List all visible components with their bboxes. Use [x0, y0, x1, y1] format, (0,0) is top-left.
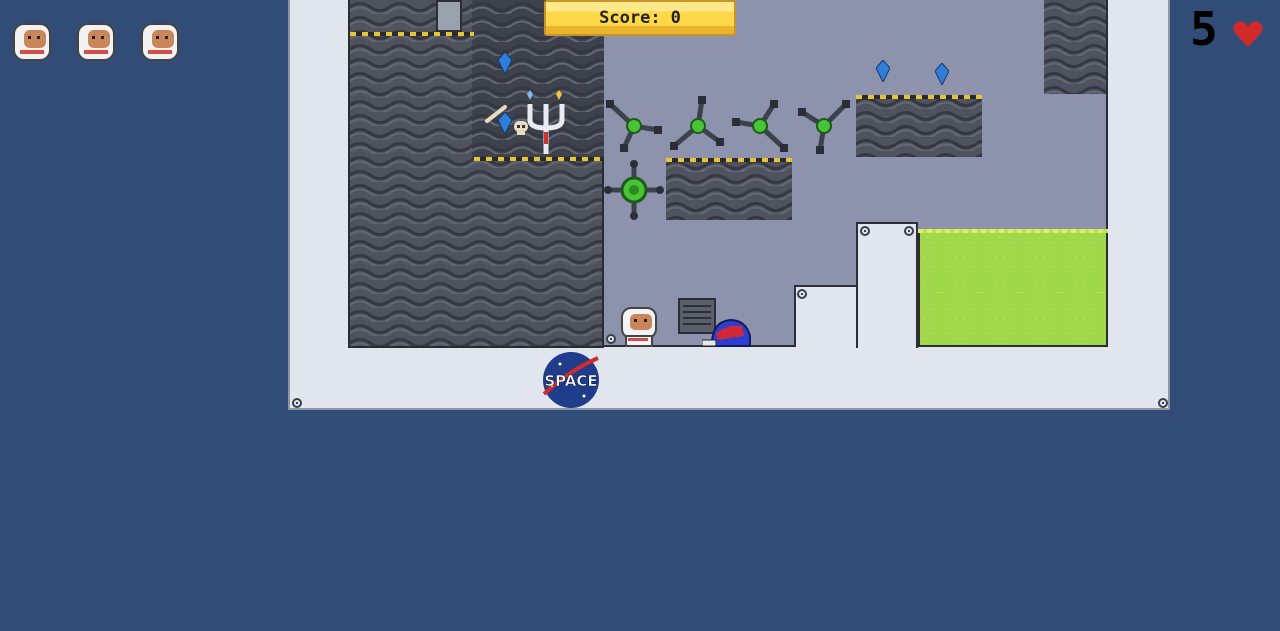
space-logo-text: SPACE — [544, 372, 597, 390]
candelabra-icon — [527, 90, 565, 154]
hazard-ledge — [350, 32, 474, 36]
acid-pool — [918, 233, 1108, 347]
metal-step-high — [856, 222, 918, 348]
life-astronaut-icon — [74, 20, 118, 64]
score-value: 0 — [670, 8, 681, 28]
spinning-saw-trap-icon — [604, 160, 664, 220]
life-astronaut-icon — [10, 20, 54, 64]
bolt-icon — [904, 226, 914, 236]
bolt-icon — [292, 398, 302, 408]
rock-platform — [666, 158, 792, 220]
bolt-icon — [860, 226, 870, 236]
hazard-ledge — [474, 157, 604, 161]
player-astronaut-icon[interactable] — [618, 306, 660, 348]
rotating-blade-trap-icon — [798, 100, 850, 154]
bolt-icon — [1158, 398, 1168, 408]
rotating-blade-trap-icon — [670, 96, 724, 150]
bone-icon — [485, 105, 507, 123]
blue-gem-icon — [935, 63, 949, 85]
hazard-ledge — [856, 95, 982, 99]
rotating-blade-trap-icon — [732, 100, 788, 152]
hazard-ledge — [666, 158, 792, 162]
space-agency-logo: SPACE — [540, 350, 602, 410]
room-right-edge — [1106, 0, 1108, 232]
crawler-enemy-icon[interactable] — [702, 316, 752, 348]
metal-step-low — [794, 285, 858, 347]
life-astronaut-icon — [138, 20, 182, 64]
score-label: Score: — [599, 8, 661, 28]
rock-ceiling-chunk — [1044, 0, 1106, 94]
bolt-icon — [797, 289, 807, 299]
rotating-blade-trap-icon — [606, 100, 662, 152]
hearts-counter: 5 — [1190, 2, 1218, 56]
bolt-icon — [606, 334, 616, 344]
door-panel — [436, 0, 462, 32]
blue-gem-icon — [498, 52, 512, 74]
blue-gem-icon — [876, 60, 890, 82]
score-display: Score: 0 — [544, 0, 736, 36]
rock-platform — [856, 95, 982, 157]
heart-icon — [1232, 18, 1264, 50]
